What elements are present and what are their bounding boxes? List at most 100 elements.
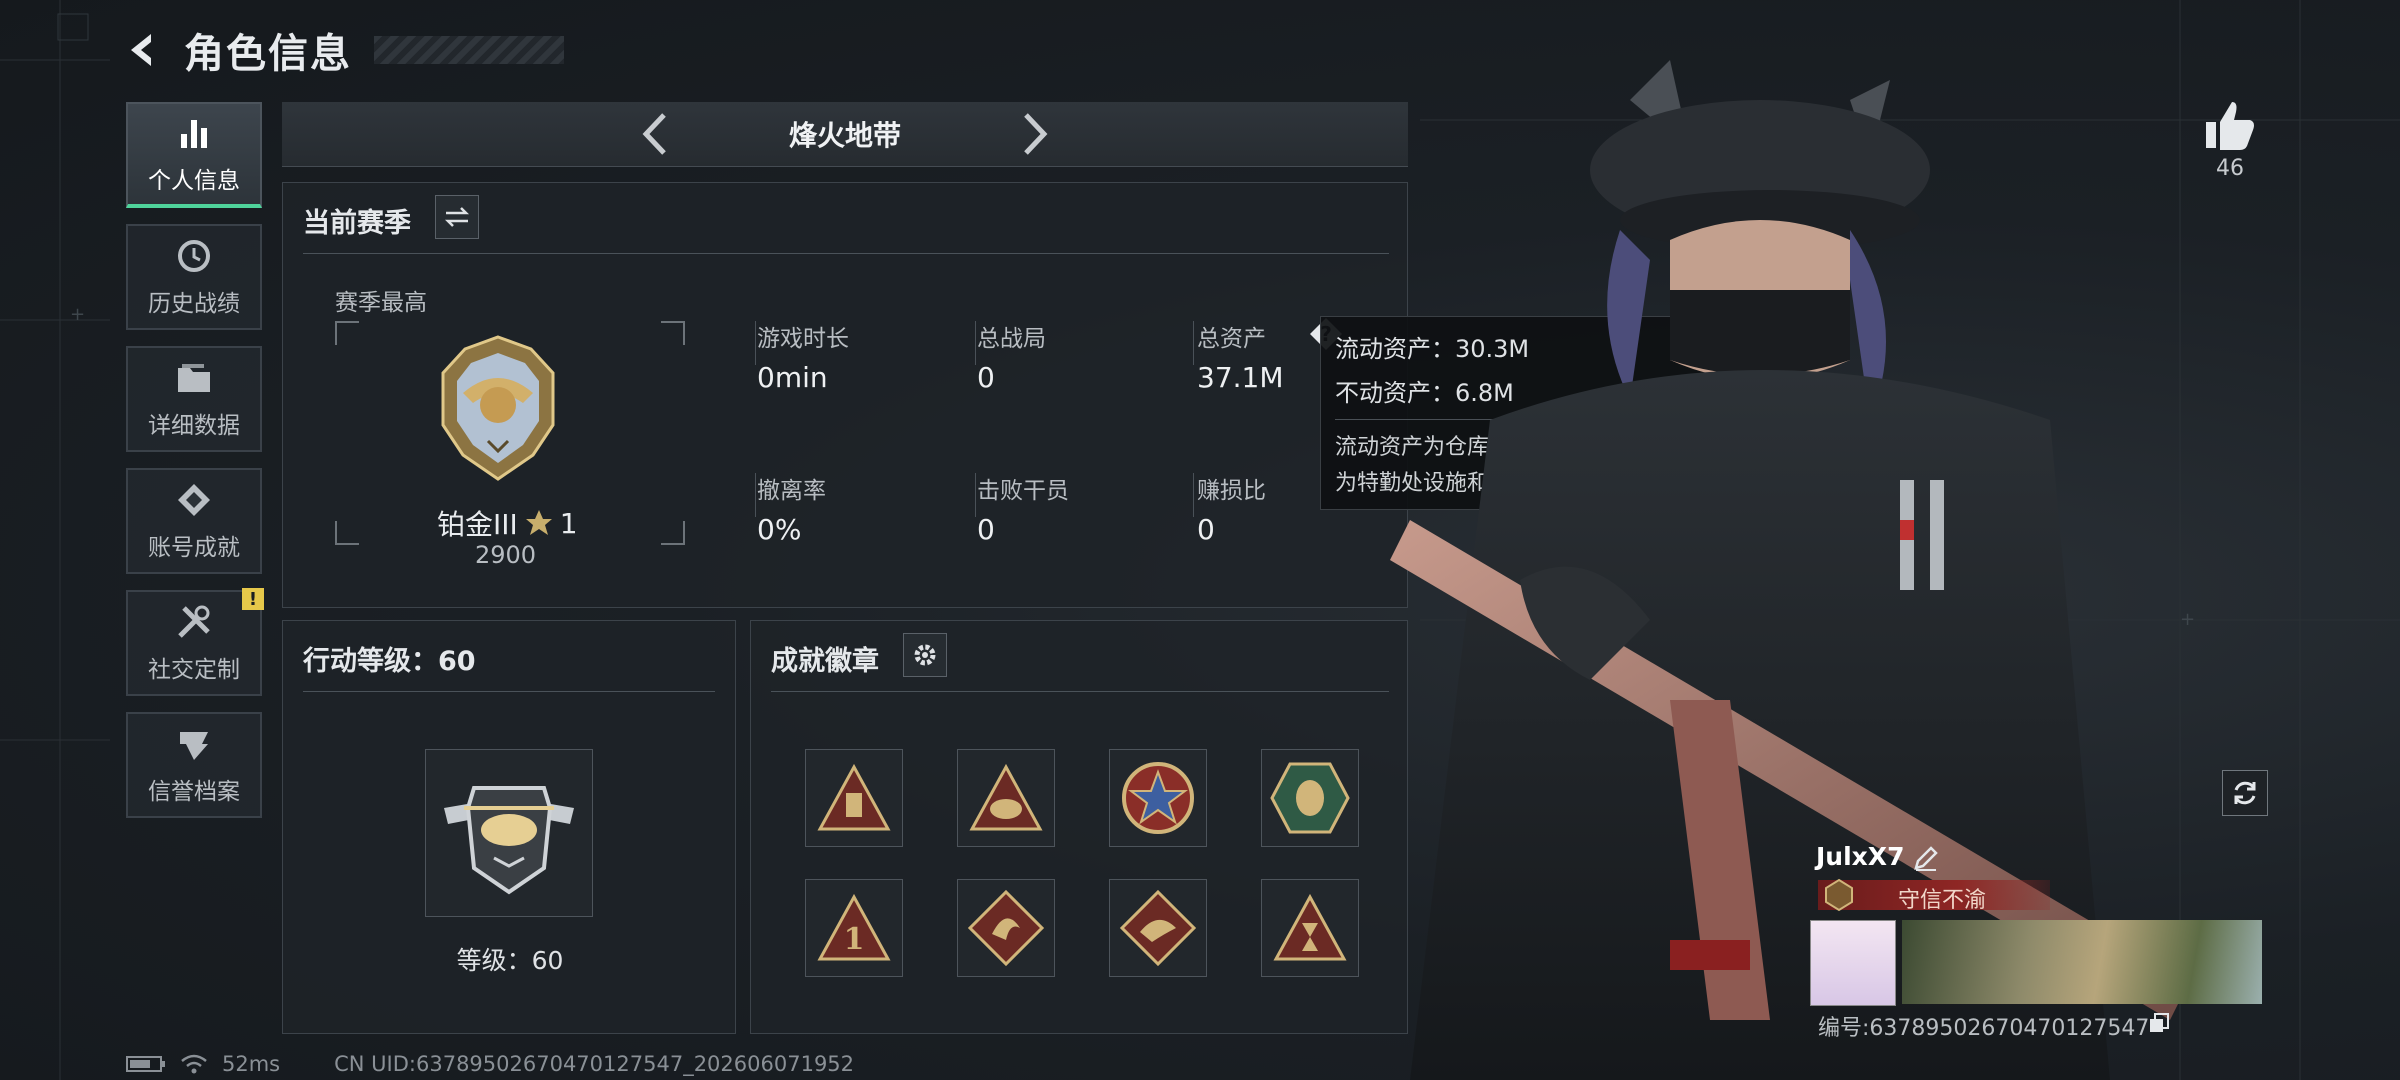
rank-emblem-icon (433, 333, 563, 483)
sidebar-item-credit[interactable]: 信誉档案 (126, 712, 262, 818)
sidebar-item-label: 社交定制 (148, 657, 240, 683)
stat-label: 总战局 (977, 326, 1046, 352)
achievement-icon (174, 480, 214, 520)
sidebar-item-label: 个人信息 (148, 168, 240, 194)
folder-icon (174, 358, 214, 398)
sidebar-item-label: 详细数据 (148, 413, 240, 439)
achievement-badge-wasp[interactable] (1261, 749, 1359, 847)
uid-footer-text: CN UID:6378950267047012754​7_20260607195… (334, 1052, 855, 1076)
stat-label: 总资产 (1197, 326, 1266, 352)
stat-separator (755, 321, 756, 365)
player-name: JulxX7 (1816, 842, 1905, 871)
frame-corner (661, 321, 685, 345)
season-panel: 当前赛季 赛季最高 铂金III 1 2900 游戏时长 0min 总战局 0 总… (282, 182, 1408, 608)
star-icon (525, 510, 552, 535)
action-level-title: 行动等级：60 (303, 646, 476, 677)
action-level-divider (303, 691, 715, 692)
mode-switch-bar: 烽火地带 (282, 102, 1408, 167)
ping-text: 52ms (222, 1052, 281, 1076)
credit-icon (174, 724, 214, 764)
asset-description-line2: 为特勤处设施和收藏室设施 (1335, 471, 1600, 496)
stat-label: 游戏时长 (757, 326, 849, 352)
stat-value: 0min (757, 361, 828, 394)
achievement-badge-elephant[interactable] (957, 749, 1055, 847)
season-title: 当前赛季 (303, 208, 411, 239)
sidebar-item-label: 账号成就 (148, 535, 240, 561)
sidebar-item-label: 信誉档案 (148, 779, 240, 805)
page-title: 角色信息 (184, 31, 352, 77)
stat-separator (1193, 321, 1194, 365)
rank-name: 铂金III 1 (437, 503, 578, 543)
tools-icon (174, 602, 214, 642)
player-card: JulxX7 守信不渝 编号:6378950267047012754​7 (1808, 838, 2270, 1041)
rank-name-text: 铂金III (437, 508, 518, 541)
stat-value: 0 (1197, 513, 1215, 546)
stat-value: 0% (757, 513, 802, 546)
tooltip-divider (1335, 419, 1783, 420)
stat-label: 击败干员 (977, 478, 1069, 504)
gear-icon (914, 644, 936, 666)
achievements-panel: 成就徽章 1 (750, 620, 1408, 1034)
sidebar-item-achievements[interactable]: 账号成就 (126, 468, 262, 574)
copy-icon[interactable] (2148, 1012, 2170, 1034)
stat-label: 赚损比 (1197, 478, 1266, 504)
warning-badge: ! (242, 588, 264, 610)
bar-chart-icon (174, 113, 214, 153)
achievement-badge-first[interactable]: 1 (805, 879, 903, 977)
stat-separator (975, 473, 976, 517)
achievements-divider (771, 691, 1389, 692)
season-divider (303, 253, 1389, 254)
level-text: 等级：60 (456, 946, 564, 975)
stat-value: 0 (977, 361, 995, 394)
achievement-badge-hourglass[interactable] (1261, 879, 1359, 977)
player-uid: 编号:6378950267047012754​7 (1818, 1016, 2150, 1041)
liquid-assets-text: 流动资产：30.3M (1335, 335, 1530, 363)
avatar[interactable] (1810, 920, 1896, 1006)
sidebar-item-details[interactable]: 详细数据 (126, 346, 262, 452)
switch-season-button[interactable] (435, 195, 479, 239)
status-bar: 52ms CN UID:6378950267047012754​7_202606… (126, 1050, 854, 1078)
stat-value: 0 (977, 513, 995, 546)
sidebar-item-personal-info[interactable]: 个人信息 (126, 102, 262, 208)
fixed-assets-text: 不动资产：6.8M (1335, 379, 1514, 407)
mode-name: 烽火地带 (788, 119, 901, 152)
thumbs-up-icon (2206, 102, 2254, 150)
level-emblem-icon (425, 749, 593, 917)
like-button[interactable] (2200, 96, 2260, 156)
achievement-badge-dragon[interactable] (957, 879, 1055, 977)
stat-separator (755, 473, 756, 517)
svg-text:1: 1 (844, 922, 865, 957)
page-header: 角色信息 (120, 18, 564, 82)
player-banner (1902, 920, 2262, 1004)
refresh-button[interactable] (2222, 770, 2268, 816)
battery-icon (126, 1056, 165, 1072)
sidebar-item-label: 历史战绩 (148, 291, 240, 317)
achievement-badge-supply[interactable] (805, 749, 903, 847)
sidebar-item-history[interactable]: 历史战绩 (126, 224, 262, 330)
swap-icon (444, 207, 470, 227)
prev-mode-button[interactable] (635, 108, 675, 160)
title-emblem-icon (1822, 878, 1856, 912)
player-title: 守信不渝 (1898, 888, 1987, 913)
refresh-icon (2234, 781, 2256, 805)
back-arrow-icon[interactable] (120, 27, 166, 73)
sidebar-item-social[interactable]: ! 社交定制 (126, 588, 264, 696)
like-count: 46 (2216, 156, 2244, 181)
next-mode-button[interactable] (1015, 108, 1055, 160)
achievement-settings-button[interactable] (903, 633, 947, 677)
title-decoration (374, 36, 564, 64)
sidebar: 个人信息 历史战绩 详细数据 账号成就 ! 社交定制 信誉档案 (126, 102, 264, 834)
asset-description-line1: 流动资产为仓库资产和哈夫币，不动资产 (1335, 435, 1732, 460)
action-level-panel: 行动等级：60 等级：60 (282, 620, 736, 1034)
edit-name-icon[interactable] (1912, 844, 1940, 872)
stat-separator (975, 321, 976, 365)
achievement-badge-star[interactable] (1109, 749, 1207, 847)
rank-score: 2900 (475, 541, 537, 569)
rank-stars: 1 (559, 506, 578, 540)
achievements-title: 成就徽章 (771, 646, 879, 677)
frame-corner (661, 521, 685, 545)
frame-corner (335, 321, 359, 345)
stat-label: 撤离率 (757, 478, 826, 504)
season-best-label: 赛季最高 (335, 290, 427, 316)
achievement-badge-bird[interactable] (1109, 879, 1207, 977)
